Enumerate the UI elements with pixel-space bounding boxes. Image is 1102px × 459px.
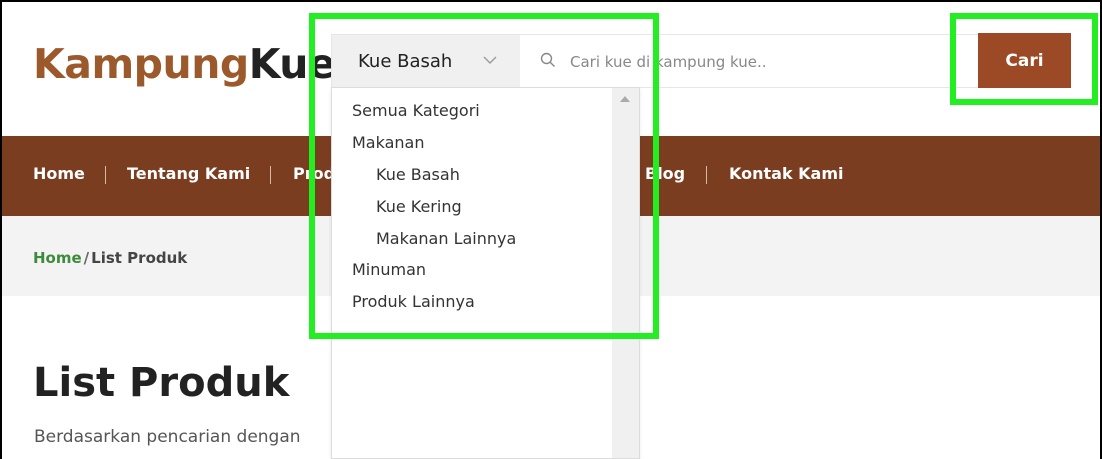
- page-subtitle: Berdasarkan pencarian dengan: [34, 427, 301, 447]
- logo-part-kampung: Kampung: [33, 40, 249, 88]
- page-title: List Produk: [33, 360, 290, 406]
- breadcrumb: Home / List Produk: [33, 249, 187, 267]
- nav-separator: [105, 166, 106, 184]
- nav-item-kontak-kami[interactable]: Kontak Kami: [729, 164, 844, 183]
- nav-separator: [270, 166, 271, 184]
- highlight-box-category-dropdown: [309, 13, 659, 339]
- nav-item-home[interactable]: Home: [33, 164, 85, 183]
- site-logo[interactable]: KampungKue: [33, 40, 336, 88]
- breadcrumb-separator: /: [83, 249, 90, 267]
- breadcrumb-home-link[interactable]: Home: [33, 249, 82, 267]
- highlight-box-search-button: [950, 13, 1098, 105]
- nav-item-tentang-kami[interactable]: Tentang Kami: [127, 164, 250, 183]
- breadcrumb-current: List Produk: [91, 249, 188, 267]
- nav-separator: [706, 166, 707, 184]
- window-top-border: [0, 0, 1102, 2]
